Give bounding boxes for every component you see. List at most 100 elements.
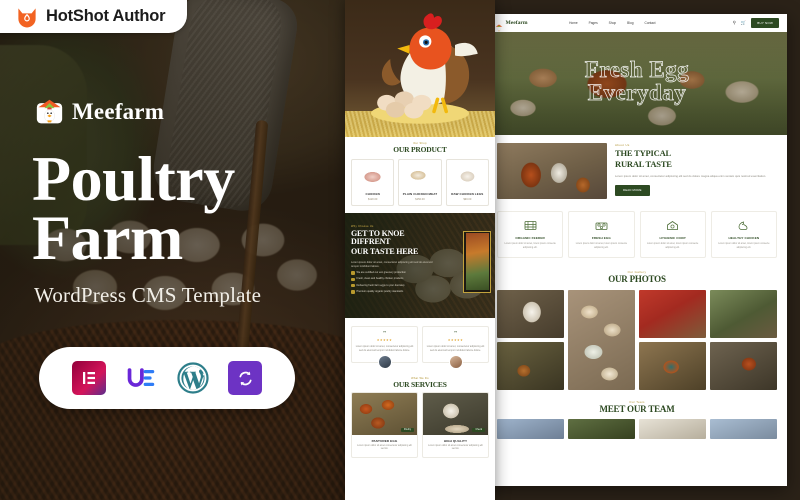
mid-services-heading-block: What We Do OUR SERVICES xyxy=(345,367,495,392)
nav-item-home[interactable]: Home xyxy=(569,21,578,25)
gallery-photo[interactable] xyxy=(710,290,777,339)
site-photos-heading-block: Our Gallery OUR PHOTOS xyxy=(487,268,787,284)
egg-crate-icon xyxy=(595,218,608,235)
gallery-photo[interactable] xyxy=(568,290,635,391)
service-tag: Check xyxy=(472,427,485,432)
check-icon xyxy=(351,283,355,288)
product-image xyxy=(354,165,392,188)
service-card[interactable]: Check HIGH QUALITY Lorem ipsum dolor sit… xyxy=(422,391,489,458)
service-image: Poultry xyxy=(352,392,417,435)
gallery-photo[interactable] xyxy=(497,342,564,391)
coop-icon xyxy=(666,218,679,235)
taste-bullet: Premium quality organic poultry standard… xyxy=(351,290,433,294)
site-features: ORGANIC FEEDER Lorem ipsum dolor sit ame… xyxy=(487,207,787,268)
product-card[interactable]: PLAIN CHICKEN MEAT $150.00 xyxy=(398,159,442,206)
hero-title-line-2: Everyday xyxy=(587,80,687,106)
site-logo[interactable]: Meefarm xyxy=(495,19,528,32)
navbar-actions: ⚲ 🛒 BUY NOW xyxy=(733,18,779,28)
cart-icon[interactable]: 🛒 xyxy=(741,20,746,25)
testimonial-card: " ★★★★★ Lorem ipsum dolor sit amet, cons… xyxy=(422,325,489,369)
gallery-photo[interactable] xyxy=(639,342,706,391)
team-member-card[interactable] xyxy=(497,419,564,440)
service-text: Lorem ipsum dolor sit amet consectetur a… xyxy=(428,444,483,451)
taste-bullet-text: We are certified our eco greenery produc… xyxy=(356,270,406,274)
service-card[interactable]: Poultry PASTURED EGG Lorem ipsum dolor s… xyxy=(351,391,418,458)
brand-name-text: Meefarm xyxy=(72,98,165,124)
mid-hero-mascot-banner xyxy=(345,0,495,137)
team-member-card[interactable] xyxy=(710,419,777,440)
mid-testimonials: " ★★★★★ Lorem ipsum dolor sit amet, cons… xyxy=(345,317,495,369)
feature-card[interactable]: ORGANIC FEEDER Lorem ipsum dolor sit ame… xyxy=(497,211,564,259)
nav-item-blog[interactable]: Blog xyxy=(627,21,633,25)
revolution-sync-icon xyxy=(228,361,262,395)
avatar xyxy=(377,354,392,369)
feature-name: HYGIENIC COOP xyxy=(659,236,686,240)
taste-heading-line-1: GET TO KNOE DIFFRENT xyxy=(351,228,405,246)
product-card[interactable]: RAW CHICKEN LEGS $90.00 xyxy=(445,159,489,206)
feature-text: Lorem ipsum dolor sit amet, lorem ipsum … xyxy=(575,243,628,249)
site-navbar: Meefarm Home Pages Shop Blog Contact ⚲ 🛒… xyxy=(487,14,787,32)
team-member-card[interactable] xyxy=(568,419,635,440)
taste-bullet-text: Fresh, clean and healthy chicken product… xyxy=(356,277,404,281)
site-hero-title: Fresh Egg Everyday xyxy=(487,57,787,106)
gallery-photo[interactable] xyxy=(497,290,564,339)
photo-gallery xyxy=(487,284,787,400)
feature-card[interactable]: HEALTHY CHICKEN Lorem ipsum dolor sit am… xyxy=(710,211,777,259)
taste-bullet-text: Premium quality organic poultry standard… xyxy=(356,289,404,293)
cartoon-hen-mascot-icon xyxy=(350,4,490,128)
testimonial-card: " ★★★★★ Lorem ipsum dolor sit amet, cons… xyxy=(351,325,418,369)
feature-text: Lorem ipsum dolor sit amet, lorem ipsum … xyxy=(504,243,556,249)
mid-services-heading: OUR SERVICES xyxy=(393,379,447,389)
hotshot-author-badge: HotShot Author xyxy=(0,0,188,33)
fox-flame-icon xyxy=(16,6,38,28)
feature-name: ORGANIC FEEDER xyxy=(515,236,545,240)
rooster-framed-photo xyxy=(463,230,491,293)
quote-icon: " xyxy=(382,330,387,337)
about-eyebrow: About Us xyxy=(615,143,630,147)
read-more-button[interactable]: READ MORE xyxy=(615,184,650,196)
feature-name: HEALTHY CHICKEN xyxy=(728,236,760,240)
roosters-in-yard-photo xyxy=(497,143,607,199)
elementor-icon xyxy=(72,361,106,395)
chicken-logo-icon xyxy=(495,19,503,32)
team-members xyxy=(487,414,787,440)
taste-paragraph: Lorem ipsum dolor sit amet, consectetur … xyxy=(351,260,433,268)
taste-heading-line-2: OUR TASTE HERE xyxy=(351,247,419,257)
search-icon[interactable]: ⚲ xyxy=(733,20,736,25)
mid-products-heading: OUR PRODUCT xyxy=(393,145,447,154)
testimonial-text: Lorem ipsum dolor sit amet, consectetur … xyxy=(355,345,414,353)
gallery-photo[interactable] xyxy=(639,290,706,339)
feature-card[interactable]: HYGIENIC COOP Lorem ipsum dolor sit amet… xyxy=(639,211,706,259)
healthy-chicken-icon xyxy=(737,218,750,235)
about-paragraph: Lorem ipsum dolor sit amet, consectetur … xyxy=(615,173,767,178)
feature-text: Lorem ipsum dolor sit amet, lorem ipsum … xyxy=(646,243,699,249)
service-tag: Poultry xyxy=(400,427,414,432)
about-heading-line-1: THE TYPICAL xyxy=(615,148,671,158)
hotshot-author-label: HotShot Author xyxy=(46,7,166,25)
taste-bullet: Delivering fresh farm eggs to your doors… xyxy=(351,284,433,288)
buy-now-button[interactable]: BUY NOW xyxy=(751,18,779,28)
site-about-section: About Us THE TYPICAL RURAL TASTE Lorem i… xyxy=(487,135,787,207)
product-name: RAW CHICKEN LEGS xyxy=(451,192,484,196)
site-hero: Fresh Egg Everyday xyxy=(487,32,787,135)
taste-bullet: Fresh, clean and healthy chicken product… xyxy=(351,277,433,282)
mid-products-section: Our Shop OUR PRODUCT CHICKEN $120.00 PLA… xyxy=(345,137,495,213)
product-name: CHICKEN xyxy=(365,192,380,196)
testimonial-text: Lorem ipsum dolor sit amet, consectetur … xyxy=(426,345,485,353)
gallery-photo[interactable] xyxy=(710,342,777,391)
product-card[interactable]: CHICKEN $120.00 xyxy=(351,159,395,206)
product-price: $120.00 xyxy=(367,197,378,201)
taste-copy: Why Choose Us GET TO KNOE DIFFRENT OUR T… xyxy=(351,225,433,294)
team-member-card[interactable] xyxy=(639,419,706,440)
site-team-heading-block: Our Team MEET OUR TEAM xyxy=(487,400,787,414)
site-logo-text: Meefarm xyxy=(505,20,528,26)
check-icon xyxy=(351,290,355,294)
site-preview-panel: Meefarm Home Pages Shop Blog Contact ⚲ 🛒… xyxy=(487,14,787,486)
title-line-2: Farm xyxy=(32,201,183,273)
feature-card[interactable]: FRESH EGG Lorem ipsum dolor sit amet, lo… xyxy=(568,211,635,259)
nav-item-shop[interactable]: Shop xyxy=(609,21,616,25)
rating-stars: ★★★★★ xyxy=(447,338,464,343)
nav-item-pages[interactable]: Pages xyxy=(589,21,598,25)
nav-item-contact[interactable]: Contact xyxy=(645,21,656,25)
rating-stars: ★★★★★ xyxy=(376,338,393,343)
